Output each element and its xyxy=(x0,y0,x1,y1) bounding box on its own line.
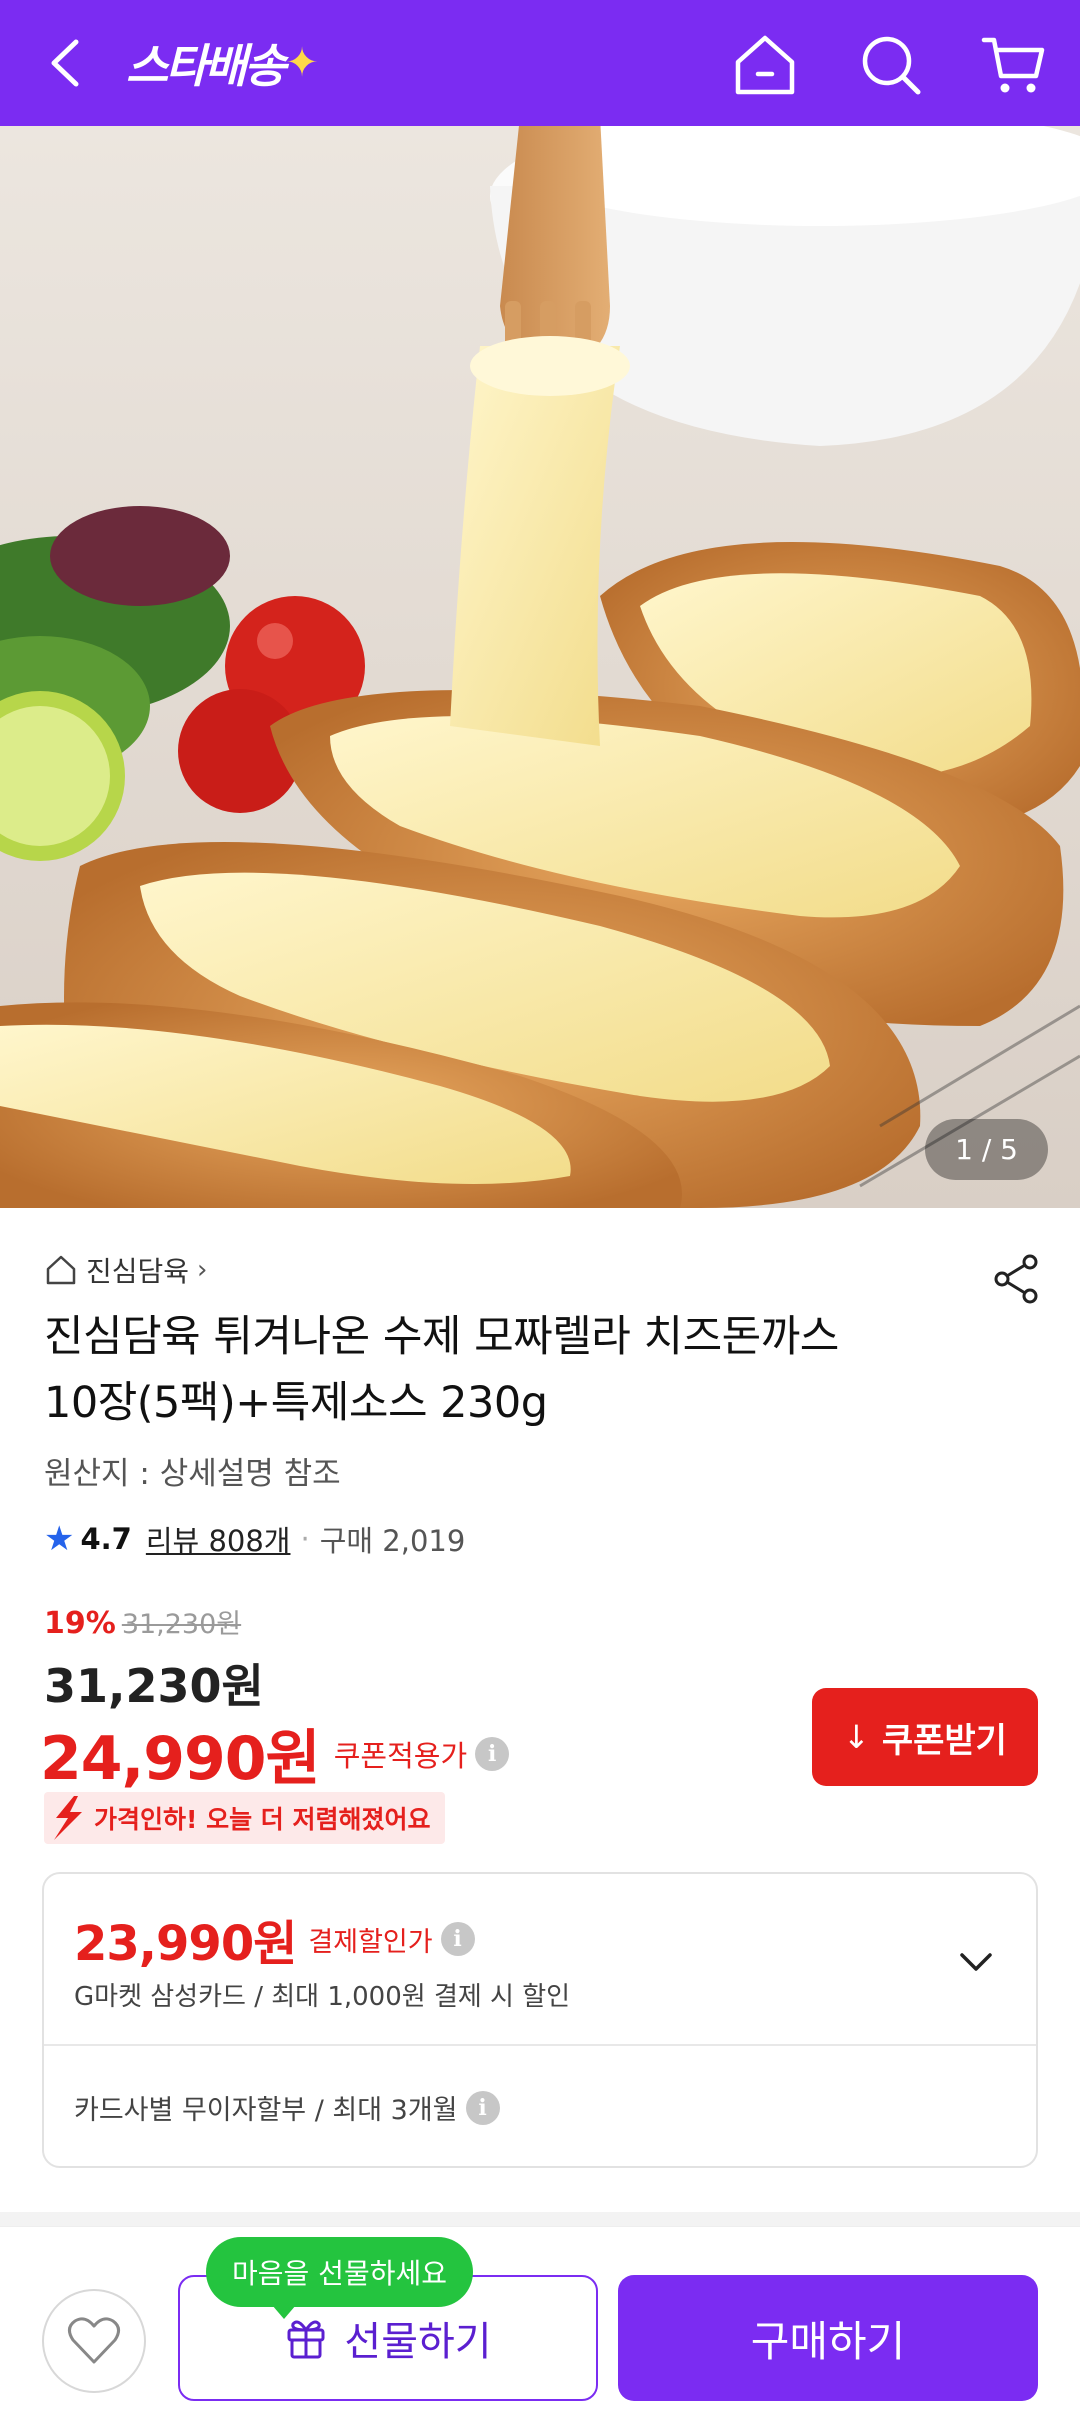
search-button[interactable] xyxy=(856,30,926,100)
share-button[interactable] xyxy=(990,1252,1044,1306)
cart-icon xyxy=(981,37,1045,93)
gift-tooltip-text: 마음을 선물하세요 xyxy=(232,2257,447,2290)
product-title-line2: 10장(5팩)+특제소스 230g xyxy=(44,1378,548,1428)
section-gap xyxy=(0,2212,1080,2226)
info-icon[interactable]: i xyxy=(465,2090,500,2125)
star-icon: ★ xyxy=(44,1519,75,1559)
separator-dot: · xyxy=(300,1522,310,1556)
get-coupon-button[interactable]: ↓ 쿠폰받기 xyxy=(812,1688,1038,1786)
installment-row: 카드사별 무이자할부 / 최대 3개월 i xyxy=(74,2088,500,2127)
shop-icon xyxy=(46,1255,76,1285)
chevron-down-icon[interactable] xyxy=(954,1940,998,1984)
rating-row: ★ 4.7 리뷰 808개 · 구매 2,019 xyxy=(44,1518,465,1560)
home-button[interactable] xyxy=(730,30,800,100)
wishlist-button[interactable] xyxy=(42,2289,146,2393)
card-discount-label: 결제할인가 xyxy=(308,1926,433,1958)
review-count-link[interactable]: 리뷰 808개 xyxy=(146,1518,291,1560)
discount-row: 19% 31,230원 xyxy=(44,1602,241,1641)
search-icon xyxy=(862,36,921,95)
gallery-page-counter: 1 / 5 xyxy=(925,1119,1048,1180)
logo-text: 스타배송 xyxy=(126,39,286,93)
coupon-price-row: 24,990원 쿠폰적용가 i xyxy=(40,1710,510,1797)
top-app-bar: 스타배송 ✦ xyxy=(0,0,1080,126)
discount-percent: 19% xyxy=(44,1606,116,1641)
price-drop-badge: 가격인하! 오늘 더 저렴해졌어요 xyxy=(44,1792,445,1844)
product-title: 진심담육 튀겨나온 수제 모짜렐라 치즈돈까스 10장(5팩)+특제소스 230… xyxy=(44,1304,1004,1436)
brand-name: 진심담육 xyxy=(86,1255,190,1288)
card-discount-panel[interactable]: 23,990원 결제할인가 i G마켓 삼성카드 / 최대 1,000원 결제 … xyxy=(42,1872,1038,2168)
cart-button[interactable] xyxy=(978,30,1048,100)
product-image-gallery[interactable]: 1 / 5 xyxy=(0,126,1080,1208)
divider xyxy=(44,2044,1036,2046)
product-photo xyxy=(0,126,1080,1208)
origin-info: 원산지 : 상세설명 참조 xyxy=(44,1456,341,1492)
gift-button-label: 선물하기 xyxy=(344,2319,492,2365)
gift-tooltip: 마음을 선물하세요 xyxy=(206,2237,473,2319)
bottom-action-bar: 선물하기 구매하기 마음을 선물하세요 xyxy=(0,2226,1080,2421)
info-icon[interactable]: i xyxy=(440,1922,475,1956)
tooltip-tail xyxy=(272,2305,296,2319)
brand-link[interactable]: 진심담육 › xyxy=(44,1250,207,1290)
card-discount-price: 23,990원 xyxy=(74,1916,297,1972)
coupon-price-label: 쿠폰적용가 xyxy=(333,1738,468,1773)
coupon-price: 24,990원 xyxy=(40,1724,321,1794)
card-price-row: 23,990원 결제할인가 i xyxy=(74,1904,475,1974)
gift-icon xyxy=(287,2320,325,2359)
product-title-line1: 진심담육 튀겨나온 수제 모짜렐라 치즈돈까스 xyxy=(44,1312,839,1362)
chevron-right-icon: › xyxy=(197,1255,208,1285)
download-icon: ↓ xyxy=(843,1718,870,1756)
price-drop-text: 가격인하! 오늘 더 저렴해졌어요 xyxy=(94,1805,431,1834)
star-delivery-logo[interactable]: 스타배송 ✦ xyxy=(126,30,319,96)
price-down-arrow-icon xyxy=(54,1796,82,1840)
sale-price: 31,230원 xyxy=(44,1659,264,1713)
back-icon xyxy=(51,39,79,87)
back-button[interactable] xyxy=(38,32,98,94)
home-icon xyxy=(735,35,795,95)
original-price: 31,230원 xyxy=(121,1609,242,1640)
info-icon[interactable]: i xyxy=(475,1736,510,1771)
card-discount-desc: G마켓 삼성카드 / 최대 1,000원 결제 시 할인 xyxy=(74,1982,571,2012)
buy-button-label: 구매하기 xyxy=(750,2316,906,2366)
share-icon xyxy=(994,1254,1038,1304)
purchase-count: 구매 2,019 xyxy=(319,1524,466,1558)
buy-button[interactable]: 구매하기 xyxy=(618,2275,1038,2401)
rating-score: 4.7 xyxy=(80,1522,132,1556)
heart-icon xyxy=(68,2317,120,2364)
installment-text: 카드사별 무이자할부 / 최대 3개월 xyxy=(74,2095,458,2126)
get-coupon-label: 쿠폰받기 xyxy=(881,1720,1007,1761)
logo-sparkle: ✦ xyxy=(285,40,318,86)
